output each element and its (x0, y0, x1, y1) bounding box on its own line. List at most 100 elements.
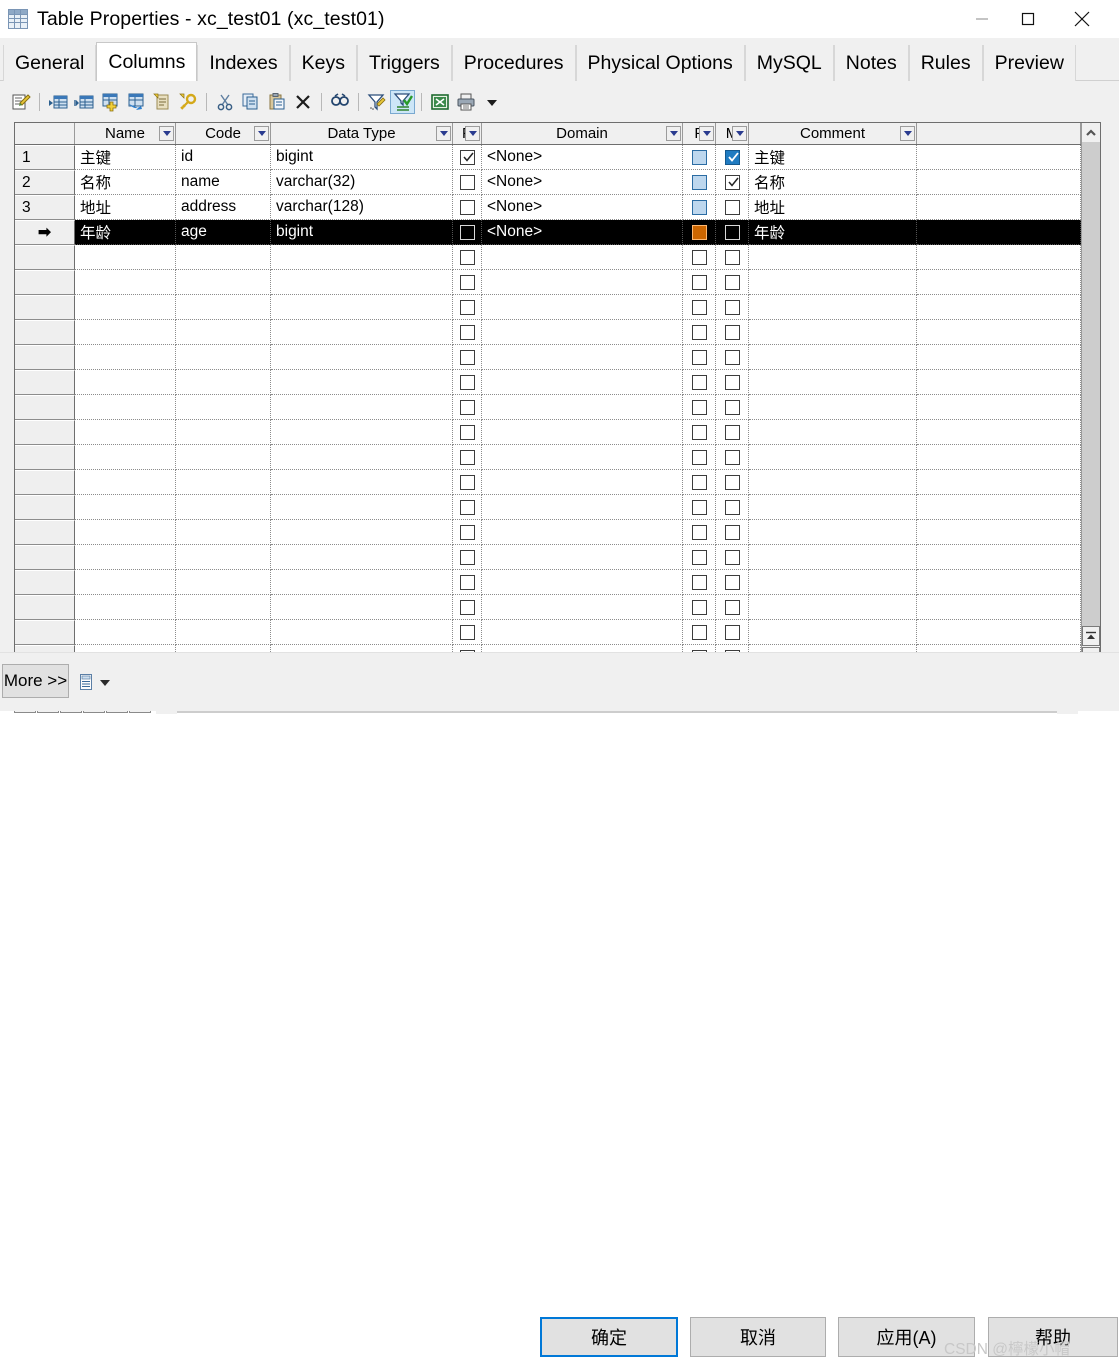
cell-datatype[interactable] (271, 245, 453, 270)
cell-domain[interactable] (482, 545, 683, 570)
cell-domain[interactable] (482, 595, 683, 620)
checkbox[interactable] (691, 549, 707, 565)
cell-code[interactable] (176, 445, 271, 470)
checkbox[interactable] (724, 199, 740, 215)
cell-f[interactable] (683, 220, 716, 245)
cell-code[interactable] (176, 345, 271, 370)
excel-export-icon[interactable] (427, 90, 452, 114)
cell-name[interactable] (75, 520, 176, 545)
cell-code[interactable]: address (176, 195, 271, 220)
cell-p[interactable] (453, 170, 482, 195)
more-button[interactable]: More >> (2, 664, 69, 698)
cell-domain[interactable] (482, 570, 683, 595)
cell-domain[interactable] (482, 370, 683, 395)
cell-domain[interactable] (482, 320, 683, 345)
cell-extra[interactable] (917, 570, 1081, 595)
checkbox[interactable] (724, 224, 740, 240)
cell-domain[interactable] (482, 620, 683, 645)
close-icon[interactable] (1059, 0, 1105, 38)
add-row-icon[interactable] (97, 90, 122, 114)
cell-p[interactable] (453, 345, 482, 370)
cell-f[interactable] (683, 270, 716, 295)
checkbox[interactable] (459, 249, 475, 265)
row-number[interactable] (15, 620, 75, 645)
checkbox[interactable] (724, 374, 740, 390)
cell-m[interactable] (716, 395, 749, 420)
cell-p[interactable] (453, 245, 482, 270)
table-row[interactable]: ➡ 年龄 age bigint <None> 年龄 (15, 220, 1100, 245)
cell-p[interactable] (453, 295, 482, 320)
cell-name[interactable]: 名称 (75, 170, 176, 195)
checkbox[interactable] (724, 574, 740, 590)
cell-extra[interactable] (917, 420, 1081, 445)
checkbox[interactable] (691, 374, 707, 390)
cell-datatype[interactable] (271, 345, 453, 370)
cell-datatype[interactable] (271, 520, 453, 545)
cell-extra[interactable] (917, 170, 1081, 195)
table-row[interactable] (15, 420, 1100, 445)
cell-code[interactable] (176, 245, 271, 270)
cell-code[interactable] (176, 520, 271, 545)
cell-extra[interactable] (917, 495, 1081, 520)
row-number[interactable] (15, 320, 75, 345)
checkbox[interactable] (459, 474, 475, 490)
cell-domain[interactable] (482, 495, 683, 520)
cell-extra[interactable] (917, 545, 1081, 570)
cell-name[interactable] (75, 295, 176, 320)
tab-mysql[interactable]: MySQL (744, 45, 834, 81)
cell-name[interactable]: 年龄 (75, 220, 176, 245)
cell-name[interactable] (75, 345, 176, 370)
checkbox[interactable] (691, 399, 707, 415)
table-row[interactable] (15, 395, 1100, 420)
cell-code[interactable]: age (176, 220, 271, 245)
cell-m[interactable] (716, 595, 749, 620)
cell-p[interactable] (453, 570, 482, 595)
row-number[interactable] (15, 470, 75, 495)
table-row[interactable]: 2 名称 name varchar(32) <None> 名称 (15, 170, 1100, 195)
cell-extra[interactable] (917, 195, 1081, 220)
maximize-icon[interactable] (1005, 0, 1051, 38)
cell-extra[interactable] (917, 145, 1081, 170)
tab-notes[interactable]: Notes (833, 45, 909, 81)
cell-f[interactable] (683, 420, 716, 445)
cell-datatype[interactable] (271, 395, 453, 420)
checkbox[interactable] (459, 624, 475, 640)
cell-datatype[interactable]: bigint (271, 220, 453, 245)
cell-domain[interactable]: <None> (482, 195, 683, 220)
checkbox[interactable] (691, 199, 707, 215)
cell-domain[interactable] (482, 470, 683, 495)
checkbox[interactable] (459, 524, 475, 540)
help-button[interactable]: 帮助 (988, 1317, 1118, 1357)
cell-p[interactable] (453, 470, 482, 495)
cell-domain[interactable]: <None> (482, 170, 683, 195)
insert-row-icon[interactable] (45, 90, 70, 114)
checkbox[interactable] (724, 149, 740, 165)
key-icon[interactable] (175, 90, 200, 114)
tab-preview[interactable]: Preview (982, 45, 1076, 81)
column-header-name[interactable]: Name (75, 123, 176, 144)
cell-name[interactable] (75, 270, 176, 295)
cell-datatype[interactable] (271, 545, 453, 570)
cell-datatype[interactable]: varchar(128) (271, 195, 453, 220)
table-row[interactable] (15, 345, 1100, 370)
row-number[interactable] (15, 295, 75, 320)
cell-comment[interactable] (749, 345, 917, 370)
cell-comment[interactable] (749, 395, 917, 420)
cell-comment[interactable] (749, 320, 917, 345)
cut-icon[interactable] (212, 90, 237, 114)
cell-extra[interactable] (917, 395, 1081, 420)
cell-comment[interactable] (749, 420, 917, 445)
checkbox[interactable] (691, 449, 707, 465)
grid-body[interactable]: 1 主键 id bigint <None> 主键 2 名称 name varchar(32) <No… (15, 145, 1100, 686)
cell-code[interactable] (176, 545, 271, 570)
cell-domain[interactable] (482, 445, 683, 470)
cell-extra[interactable] (917, 295, 1081, 320)
cell-f[interactable] (683, 170, 716, 195)
cell-code[interactable] (176, 395, 271, 420)
checkbox[interactable] (724, 549, 740, 565)
table-row[interactable] (15, 370, 1100, 395)
column-header-rownum[interactable] (15, 123, 75, 144)
table-row[interactable] (15, 245, 1100, 270)
cell-datatype[interactable] (271, 470, 453, 495)
row-number[interactable]: 3 (15, 195, 75, 220)
